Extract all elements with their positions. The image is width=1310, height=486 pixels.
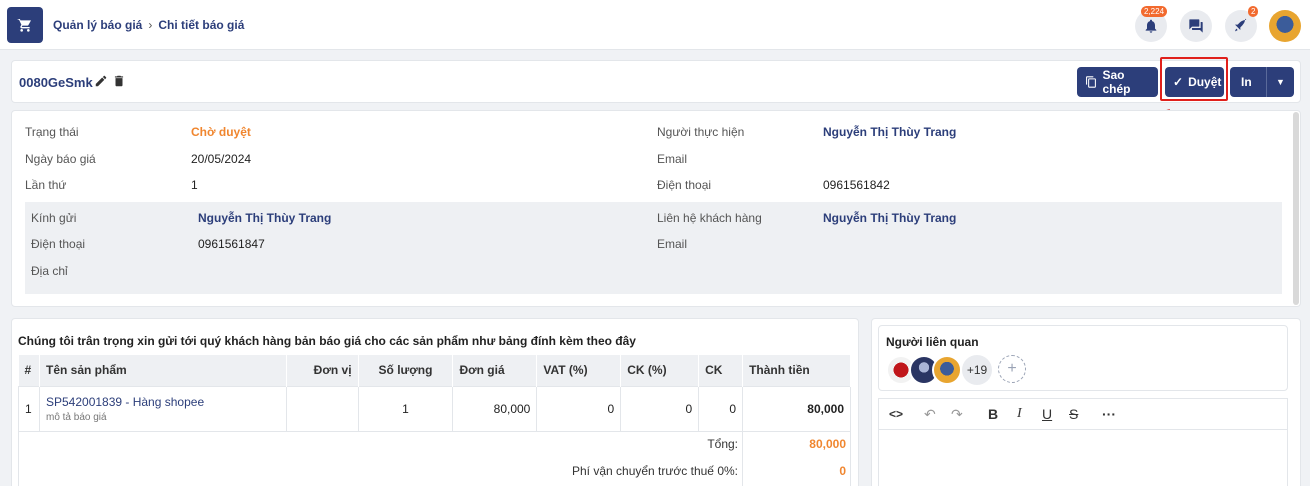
recipient-value[interactable]: Nguyễn Thị Thùy Trang <box>198 211 331 225</box>
rocket-button[interactable]: 2 <box>1225 6 1259 42</box>
bell-button[interactable]: 2,224 <box>1135 6 1168 42</box>
trash-icon[interactable] <box>112 74 126 88</box>
contact-email-label: Email <box>657 237 688 251</box>
underline-icon[interactable]: U <box>1042 406 1052 422</box>
col-quantity: Số lượng <box>358 355 454 386</box>
date-value: 20/05/2024 <box>191 152 252 166</box>
cart-icon[interactable] <box>7 7 43 43</box>
breadcrumb: Quản lý báo giá › Chi tiết báo giá <box>53 18 244 32</box>
more-people-count[interactable]: +19 <box>962 355 992 385</box>
col-discount-pct: CK (%) <box>620 355 700 386</box>
col-unit: Đơn vị <box>286 355 359 386</box>
address-label: Địa chỉ <box>31 264 68 278</box>
col-total: Thành tiền <box>742 355 851 386</box>
row-product-link[interactable]: SP542001839 - Hàng shopee <box>46 395 280 409</box>
breadcrumb-item-quotes[interactable]: Quản lý báo giá <box>53 18 142 32</box>
row-price: 80,000 <box>452 385 538 432</box>
chat-button[interactable] <box>1180 10 1212 42</box>
status-label: Trạng thái <box>25 125 79 139</box>
status-value: Chờ duyệt <box>191 125 251 139</box>
contact-label: Liên hệ khách hàng <box>657 211 762 225</box>
bell-icon <box>1145 19 1157 33</box>
row-index: 1 <box>18 385 40 432</box>
email-label: Email <box>657 152 688 166</box>
summary-divider <box>742 430 743 486</box>
user-avatar[interactable] <box>1269 10 1301 42</box>
summary-left-border <box>18 430 19 486</box>
italic-icon[interactable]: I <box>1017 406 1022 422</box>
shipping-label: Phí vận chuyển trước thuế 0%: <box>572 464 738 478</box>
bold-icon[interactable]: B <box>988 406 998 422</box>
breadcrumb-item-detail: Chi tiết báo giá <box>158 18 245 32</box>
copy-label: Sao chép <box>1102 68 1131 96</box>
strikethrough-icon[interactable]: S <box>1069 406 1078 422</box>
summary-right-border <box>850 430 851 486</box>
undo-icon[interactable]: ↶ <box>924 406 936 423</box>
attempt-label: Lần thứ <box>25 178 67 192</box>
col-discount: CK <box>698 355 744 386</box>
table-header-row: # Tên sản phẩm Đơn vị Số lượng Đơn giá V… <box>18 355 851 386</box>
copy-button[interactable]: Sao chép <box>1077 67 1158 97</box>
attempt-value: 1 <box>191 178 198 192</box>
quote-intro-text: Chúng tôi trân trọng xin gửi tới quý khá… <box>18 334 636 348</box>
shipping-value: 0 <box>839 464 846 478</box>
assignee-label: Người thực hiện <box>657 125 745 139</box>
chat-icon <box>1189 19 1203 33</box>
approve-highlight-box <box>1160 57 1228 101</box>
phone-label: Điện thoại <box>657 178 712 192</box>
total-value: 80,000 <box>809 437 846 451</box>
row-quantity: 1 <box>357 385 454 432</box>
print-button[interactable]: In <box>1230 67 1266 97</box>
col-price: Đơn giá <box>452 355 538 386</box>
total-label: Tổng: <box>707 437 738 451</box>
row-total: 80,000 <box>742 385 851 432</box>
print-label: In <box>1241 75 1252 89</box>
recipient-label: Kính gửi <box>31 211 77 225</box>
assignee-value[interactable]: Nguyễn Thị Thùy Trang <box>823 125 956 139</box>
add-person-button[interactable]: + <box>998 355 1026 383</box>
copy-icon <box>1086 76 1096 88</box>
scrollbar[interactable] <box>1293 112 1299 305</box>
editor-toolbar <box>878 398 1288 430</box>
rocket-icon <box>1235 18 1247 32</box>
row-product-desc: mô tả báo giá <box>45 411 107 423</box>
col-vat: VAT (%) <box>536 355 622 386</box>
chevron-right-icon: › <box>148 18 153 32</box>
print-dropdown-button[interactable]: ▼ <box>1266 67 1294 97</box>
recipient-phone-value: 0961561847 <box>198 237 265 251</box>
notification-badge: 2,224 <box>1141 6 1168 17</box>
avatar[interactable] <box>932 355 962 385</box>
contact-value[interactable]: Nguyễn Thị Thùy Trang <box>823 211 956 225</box>
row-product-cell: SP542001839 - Hàng shopee mô tả báo giá <box>38 385 287 432</box>
phone-value: 0961561842 <box>823 178 890 192</box>
code-view-icon[interactable]: <> <box>889 407 903 421</box>
col-index: # <box>18 355 40 386</box>
table-row: 1 SP542001839 - Hàng shopee mô tả báo gi… <box>18 385 851 432</box>
redo-icon[interactable]: ↷ <box>951 406 963 423</box>
row-vat: 0 <box>536 385 622 432</box>
rocket-badge: 2 <box>1248 6 1259 17</box>
row-discount: 0 <box>698 385 744 432</box>
related-people-title: Người liên quan <box>886 335 979 349</box>
top-bar: Quản lý báo giá › Chi tiết báo giá 2,224… <box>0 0 1310 50</box>
row-discount-pct: 0 <box>620 385 700 432</box>
quote-code: 0080GeSmk <box>19 75 93 90</box>
quote-title-bar: 0080GeSmk Sao chép ✓ Duyệt In ▼ <box>11 60 1301 103</box>
more-options-icon[interactable]: ··· <box>1102 406 1116 422</box>
date-label: Ngày báo giá <box>25 152 96 166</box>
col-product-name: Tên sản phẩm <box>39 355 287 386</box>
recipient-phone-label: Điện thoại <box>31 237 86 251</box>
products-table: # Tên sản phẩm Đơn vị Số lượng Đơn giá V… <box>18 355 851 432</box>
row-unit <box>285 385 359 432</box>
edit-icon[interactable] <box>94 74 108 88</box>
plus-icon: + <box>1007 360 1017 377</box>
caret-down-icon: ▼ <box>1276 77 1285 87</box>
